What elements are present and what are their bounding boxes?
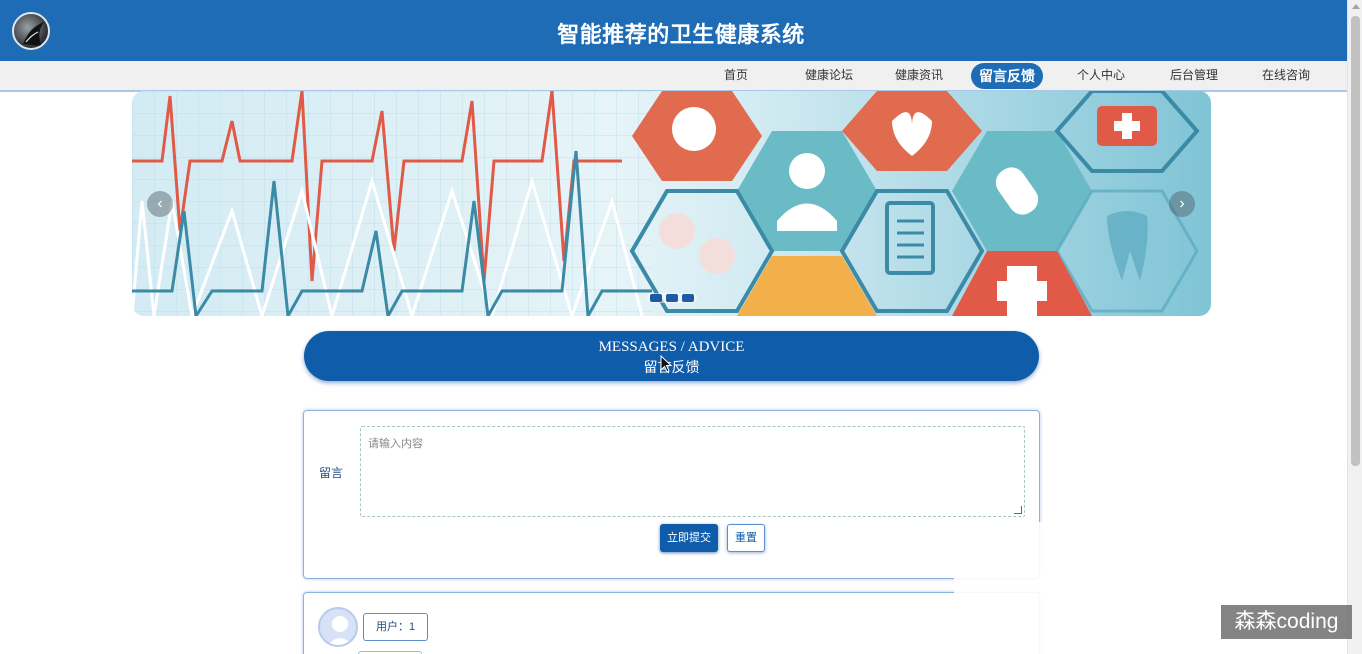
scroll-up-icon[interactable] <box>1352 4 1360 9</box>
banner-carousel[interactable]: ‹ › <box>132 91 1211 316</box>
carousel-next-icon[interactable]: › <box>1169 191 1195 217</box>
carousel-dot[interactable] <box>650 294 662 302</box>
message-label: 留言 <box>319 466 344 480</box>
comment-username: 用户：1 <box>363 613 429 641</box>
carousel-prev-icon[interactable]: ‹ <box>147 191 173 217</box>
carousel-dot[interactable] <box>666 294 678 302</box>
site-title: 智能推荐的卫生健康系统 <box>557 22 805 47</box>
comment-item: 用户：1 <box>303 592 1040 654</box>
banner-medical-illustration <box>132 91 1200 316</box>
reset-button[interactable]: 重置 <box>727 524 765 552</box>
carousel-dot[interactable] <box>682 294 694 302</box>
nav-item-consult[interactable]: 在线咨询 <box>1262 61 1310 90</box>
nav-item-profile[interactable]: 个人中心 <box>1077 61 1125 90</box>
submit-button[interactable]: 立即提交 <box>660 524 718 552</box>
nav-item-forum[interactable]: 健康论坛 <box>805 61 853 90</box>
nav-item-feedback[interactable]: 留言反馈 <box>971 63 1043 89</box>
carousel-indicators <box>647 293 697 303</box>
resize-grip-icon[interactable] <box>1014 506 1022 514</box>
mouse-cursor-icon <box>660 355 672 373</box>
nav-item-home[interactable]: 首页 <box>724 61 748 90</box>
watermark: 森森coding <box>1221 605 1352 639</box>
page-scrollbar[interactable] <box>1347 0 1362 654</box>
site-header: 智能推荐的卫生健康系统 <box>0 0 1347 61</box>
overlay-fade <box>954 522 1054 654</box>
nav-item-admin[interactable]: 后台管理 <box>1170 61 1218 90</box>
nav-item-news[interactable]: 健康资讯 <box>895 61 943 90</box>
scrollbar-thumb[interactable] <box>1351 16 1360 466</box>
main-nav: 首页 健康论坛 健康资讯 留言反馈 个人中心 后台管理 在线咨询 <box>0 61 1347 92</box>
page: 智能推荐的卫生健康系统 首页 健康论坛 健康资讯 留言反馈 个人中心 后台管理 … <box>0 0 1362 654</box>
message-textarea[interactable]: 请输入内容 <box>360 426 1025 517</box>
user-avatar-icon <box>318 607 358 647</box>
message-form: 留言 请输入内容 立即提交 重置 <box>303 410 1040 579</box>
section-title-en: MESSAGES / ADVICE <box>598 339 745 355</box>
